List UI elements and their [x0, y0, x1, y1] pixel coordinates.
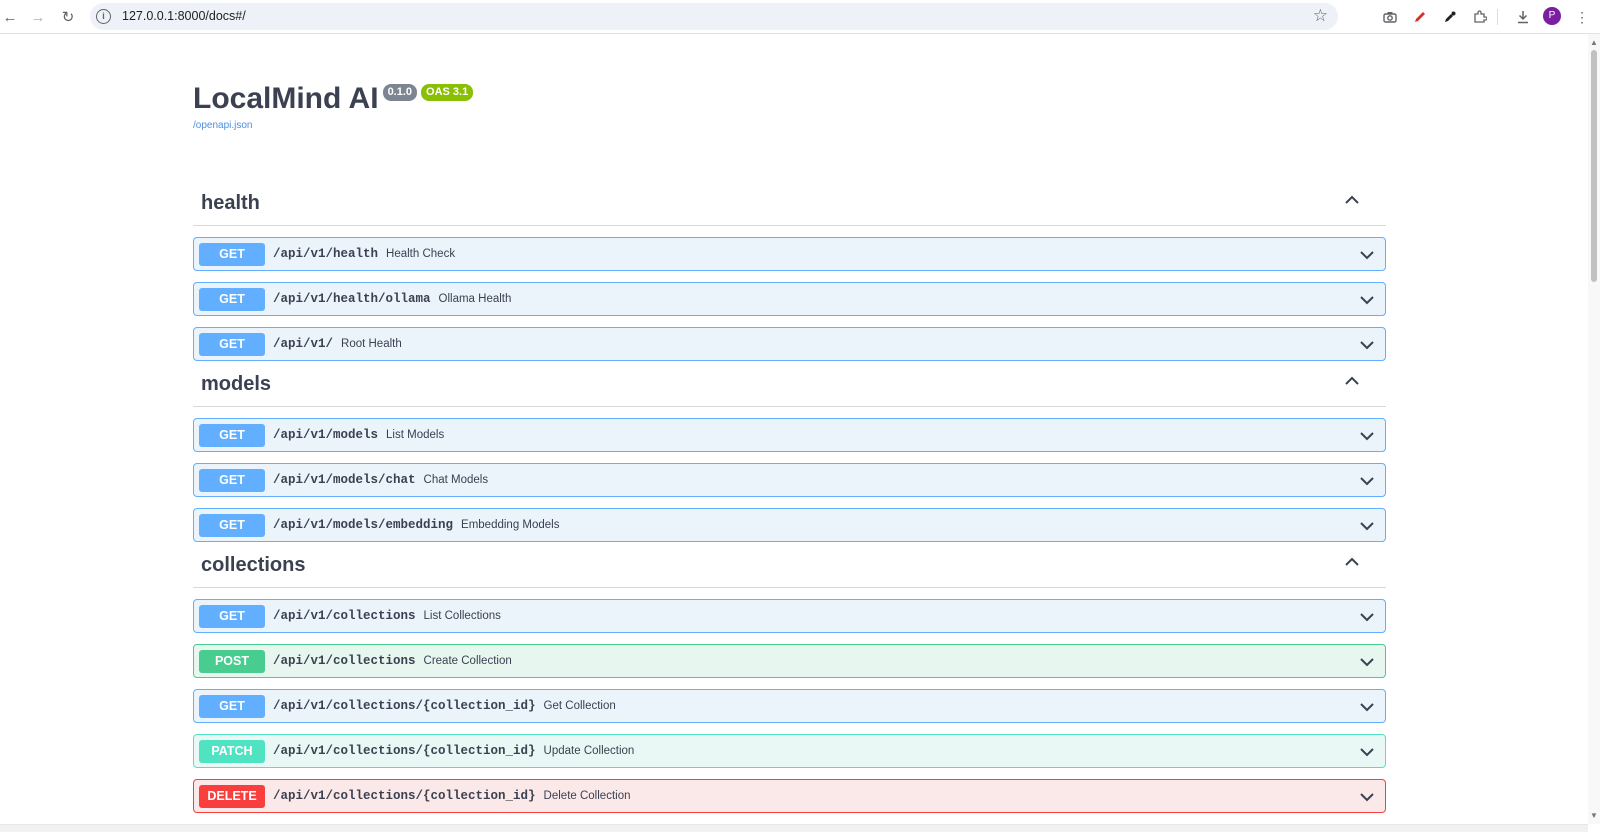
extensions-puzzle-icon[interactable] [1470, 7, 1490, 27]
chevron-down-icon[interactable] [1359, 609, 1375, 625]
kebab-menu-icon[interactable]: ⋮ [1572, 7, 1592, 27]
operation-row[interactable]: GET/api/v1/models/embedding Embedding Mod… [193, 508, 1386, 542]
version-badge: 0.1.0 [382, 84, 418, 101]
profile-avatar[interactable]: P [1543, 7, 1561, 25]
operation-summary: Root Health [341, 338, 402, 350]
operation-path: /api/v1/collections [273, 654, 416, 668]
operation-summary: Create Collection [423, 655, 512, 667]
forward-arrow-icon[interactable]: → [28, 7, 48, 27]
chevron-down-icon[interactable] [1359, 789, 1375, 805]
operation-row[interactable]: GET/api/v1/collections/{collection_id} Ge… [193, 689, 1386, 723]
tag-section-1: models GET/api/v1/models List Models GET/ap… [193, 361, 1386, 542]
chevron-up-icon[interactable] [1344, 373, 1360, 389]
section-header[interactable]: collections [193, 542, 1386, 588]
scroll-thumb[interactable] [1591, 50, 1597, 282]
site-info-icon[interactable]: i [96, 9, 111, 24]
horizontal-scrollbar[interactable] [0, 824, 1588, 832]
method-badge: POST [199, 649, 265, 673]
method-badge: DELETE [199, 784, 265, 808]
section-title: models [201, 373, 272, 395]
chevron-down-icon[interactable] [1359, 518, 1375, 534]
method-badge: GET [199, 332, 265, 356]
chevron-down-icon[interactable] [1359, 744, 1375, 760]
chevron-down-icon[interactable] [1359, 473, 1375, 489]
operation-summary: Chat Models [423, 474, 489, 486]
method-badge: GET [199, 513, 265, 537]
chevron-up-icon[interactable] [1344, 192, 1360, 208]
camera-icon[interactable] [1380, 7, 1400, 27]
chevron-down-icon[interactable] [1359, 699, 1375, 715]
section-header[interactable]: health [193, 180, 1386, 226]
chevron-down-icon[interactable] [1359, 428, 1375, 444]
section-title: health [201, 192, 260, 214]
eyedropper-icon[interactable] [1440, 7, 1460, 27]
tag-section-0: health GET/api/v1/health Health Check GET/a… [193, 180, 1386, 361]
tag-section-2: collections GET/api/v1/collections List Co… [193, 542, 1386, 813]
chevron-up-icon[interactable] [1344, 554, 1360, 570]
method-badge: PATCH [199, 739, 265, 763]
scroll-up-arrow-icon[interactable]: ▲ [1590, 38, 1598, 47]
operation-summary: Delete Collection [543, 790, 631, 802]
operation-row[interactable]: GET/api/v1/Root Health [193, 327, 1386, 361]
operation-row[interactable]: POST/api/v1/collections Create Collection [193, 644, 1386, 678]
reload-icon[interactable]: ↻ [58, 7, 78, 27]
operation-summary: List Collections [423, 610, 501, 622]
section-header[interactable]: models [193, 361, 1386, 407]
operation-summary: List Models [386, 429, 445, 441]
operation-summary: Ollama Health [438, 293, 512, 305]
operation-path: /api/v1/collections/{collection_id} [273, 789, 536, 803]
operation-path: /api/v1/collections [273, 609, 416, 623]
operation-path: /api/v1/collections/{collection_id} [273, 699, 536, 713]
scroll-down-arrow-icon[interactable]: ▼ [1590, 811, 1598, 820]
operation-row[interactable]: GET/api/v1/collections List Collections [193, 599, 1386, 633]
bookmark-star-icon[interactable]: ☆ [1313, 6, 1328, 26]
method-badge: GET [199, 604, 265, 628]
address-bar[interactable]: i 127.0.0.1:8000/docs#/ ☆ [90, 3, 1338, 30]
chevron-down-icon[interactable] [1359, 654, 1375, 670]
operation-row[interactable]: DELETE/api/v1/collections/{collection_id… [193, 779, 1386, 813]
method-badge: GET [199, 694, 265, 718]
operation-path: /api/v1/models/embedding [273, 518, 454, 532]
operation-summary: Health Check [386, 248, 456, 260]
toolbar-divider [1497, 9, 1498, 25]
url-text: 127.0.0.1:8000/docs#/ [122, 9, 246, 23]
oas-badge: OAS 3.1 [421, 84, 474, 101]
vertical-scrollbar[interactable]: ▲ ▼ [1588, 34, 1600, 824]
section-title: collections [201, 554, 306, 576]
operation-path: /api/v1/ [273, 337, 334, 351]
info-header: LocalMind AI 0.1.0 OAS 3.1 [193, 82, 474, 116]
operation-summary: Get Collection [543, 700, 616, 712]
operation-path: /api/v1/models [273, 428, 379, 442]
operation-summary: Update Collection [543, 745, 635, 757]
download-icon[interactable] [1513, 7, 1533, 27]
operation-row[interactable]: GET/api/v1/models List Models [193, 418, 1386, 452]
chevron-down-icon[interactable] [1359, 292, 1375, 308]
back-arrow-icon[interactable]: ← [0, 7, 20, 27]
operation-row[interactable]: GET/api/v1/health Health Check [193, 237, 1386, 271]
method-badge: GET [199, 468, 265, 492]
operation-path: /api/v1/health [273, 247, 379, 261]
operation-path: /api/v1/health/ollama [273, 292, 431, 306]
chevron-down-icon[interactable] [1359, 337, 1375, 353]
operation-row[interactable]: GET/api/v1/models/chat Chat Models [193, 463, 1386, 497]
method-badge: GET [199, 423, 265, 447]
chevron-down-icon[interactable] [1359, 247, 1375, 263]
operation-summary: Embedding Models [461, 519, 560, 531]
operation-path: /api/v1/collections/{collection_id} [273, 744, 536, 758]
operation-path: /api/v1/models/chat [273, 473, 416, 487]
page-title: LocalMind AI [193, 82, 379, 115]
openapi-json-link[interactable]: /openapi.json [193, 120, 253, 131]
operation-row[interactable]: GET/api/v1/health/ollama Ollama Health [193, 282, 1386, 316]
method-badge: GET [199, 287, 265, 311]
browser-toolbar: ← → ↻ i 127.0.0.1:8000/docs#/ ☆ P ⋮ [0, 0, 1600, 34]
pen-extension-icon[interactable] [1410, 7, 1430, 27]
operation-row[interactable]: PATCH/api/v1/collections/{collection_id}… [193, 734, 1386, 768]
method-badge: GET [199, 242, 265, 266]
